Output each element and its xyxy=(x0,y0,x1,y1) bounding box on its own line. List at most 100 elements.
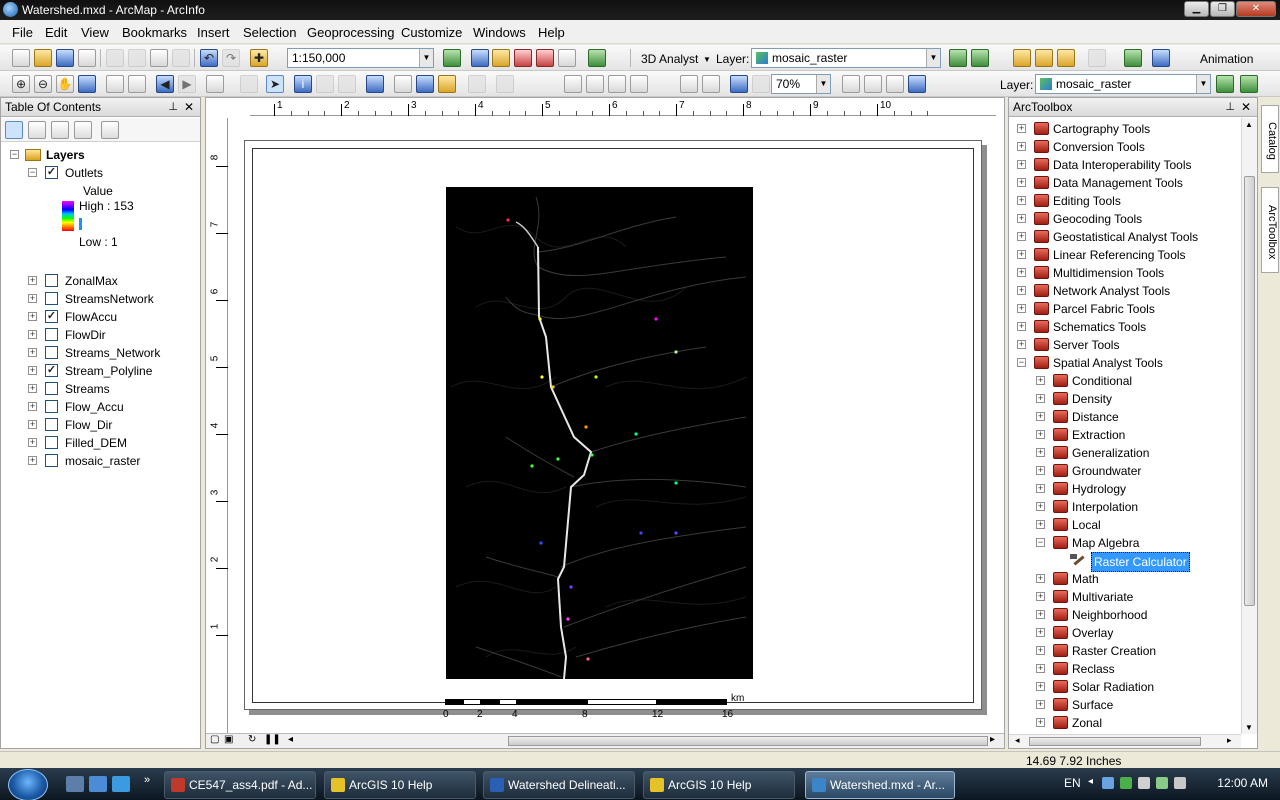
map-scale-combo[interactable]: 1:150,000 ▼ xyxy=(287,48,434,68)
layout-canvas[interactable]: 0 2 4 8 12 16 km xyxy=(228,118,1004,733)
toc-layer-row[interactable]: + ZonalMax xyxy=(1,272,201,290)
layout-zoom-combo[interactable]: 70% ▼ xyxy=(771,74,831,94)
toolbox-horizontal-scrollbar[interactable]: ◂ ▸ xyxy=(1009,734,1241,748)
layout-zoom-in-icon[interactable] xyxy=(564,75,582,93)
expand-icon[interactable]: + xyxy=(28,276,37,285)
chevron-down-icon[interactable]: ▼ xyxy=(1196,75,1210,93)
toc-layer-row-outlets[interactable]: − ✓ Outlets xyxy=(1,164,201,182)
expand-icon[interactable]: + xyxy=(1036,520,1045,529)
arctoolbox-tab[interactable]: ArcToolbox xyxy=(1261,187,1279,273)
layer-visibility-checkbox[interactable] xyxy=(45,418,58,431)
spatial-analyst-layer-combo[interactable]: mosaic_raster ▼ xyxy=(1035,74,1211,94)
toolbox-item[interactable]: + Multidimension Tools xyxy=(1009,264,1241,282)
list-by-selection-icon[interactable] xyxy=(74,121,92,139)
data-frame-raster[interactable] xyxy=(446,187,753,680)
toc-layer-row[interactable]: + Streams xyxy=(1,380,201,398)
zoom-in-icon[interactable]: ⊕ xyxy=(12,75,30,93)
expand-icon[interactable]: + xyxy=(1036,502,1045,511)
expand-icon[interactable]: + xyxy=(28,456,37,465)
toolbox-item[interactable]: + Data Interoperability Tools xyxy=(1009,156,1241,174)
find-binoculars-icon[interactable] xyxy=(394,75,412,93)
close-icon[interactable]: ✕ xyxy=(1241,98,1251,117)
close-button[interactable]: ✕ xyxy=(1236,1,1276,17)
close-icon[interactable]: ✕ xyxy=(184,98,194,117)
go-to-xy-icon[interactable] xyxy=(416,75,434,93)
line-of-sight-icon[interactable] xyxy=(1013,49,1031,67)
measure-icon[interactable] xyxy=(366,75,384,93)
layout-back-extent-icon[interactable] xyxy=(730,75,748,93)
menu-insert[interactable]: Insert xyxy=(197,25,230,40)
3d-analyst-menu[interactable]: 3D Analyst xyxy=(641,52,698,66)
expand-icon[interactable]: + xyxy=(1036,412,1045,421)
animation-menu[interactable]: Animation xyxy=(1200,52,1253,66)
expand-icon[interactable]: + xyxy=(28,330,37,339)
expand-icon[interactable]: + xyxy=(1017,268,1026,277)
toolbox-item[interactable]: + Schematics Tools xyxy=(1009,318,1241,336)
toolbox-item[interactable]: + Geocoding Tools xyxy=(1009,210,1241,228)
pin-icon[interactable]: ⊥ xyxy=(168,98,178,117)
scale-bar[interactable]: 0 2 4 8 12 16 km xyxy=(443,693,765,729)
taskbar-button[interactable]: Watershed Delineati... xyxy=(483,771,635,799)
pan-hand-icon[interactable]: ✋ xyxy=(56,75,74,93)
list-by-source-icon[interactable] xyxy=(28,121,46,139)
toolbox-item[interactable]: + Linear Referencing Tools xyxy=(1009,246,1241,264)
expand-icon[interactable]: + xyxy=(1036,646,1045,655)
copy-icon[interactable] xyxy=(128,49,146,67)
menu-file[interactable]: File xyxy=(12,25,33,40)
data-view-icon[interactable]: ▢ xyxy=(210,734,219,745)
quick-launch-overflow-icon[interactable]: » xyxy=(144,774,150,786)
fixed-zoom-out-icon[interactable] xyxy=(128,75,146,93)
list-by-visibility-icon[interactable] xyxy=(51,121,69,139)
expand-icon[interactable]: + xyxy=(1036,394,1045,403)
menu-bookmarks[interactable]: Bookmarks xyxy=(122,25,187,40)
layout-pan-icon[interactable] xyxy=(608,75,626,93)
scroll-thumb[interactable] xyxy=(1029,737,1201,746)
layer-visibility-checkbox[interactable] xyxy=(45,274,58,287)
new-document-icon[interactable] xyxy=(12,49,30,67)
layer-visibility-checkbox[interactable] xyxy=(45,328,58,341)
show-desktop-icon[interactable] xyxy=(66,776,84,792)
expand-icon[interactable]: + xyxy=(1036,376,1045,385)
language-indicator[interactable]: EN xyxy=(1064,776,1081,790)
taskbar-button[interactable]: ArcGIS 10 Help xyxy=(324,771,476,799)
identify-icon[interactable]: i xyxy=(294,75,312,93)
menu-edit[interactable]: Edit xyxy=(45,25,67,40)
map-scroll-bar[interactable]: ▢ ▣ ↻ ❚❚ ◂ ▸ xyxy=(206,733,1004,748)
toolbox-item[interactable]: + Density xyxy=(1009,390,1241,408)
menu-geoprocessing[interactable]: Geoprocessing xyxy=(307,25,394,40)
toc-layer-row[interactable]: + ✓ FlowAccu xyxy=(1,308,201,326)
expand-icon[interactable]: + xyxy=(1036,484,1045,493)
editor-toolbar-icon[interactable] xyxy=(443,49,461,67)
scroll-right-icon[interactable]: ▸ xyxy=(990,734,995,745)
3d-analyst-layer-combo[interactable]: mosaic_raster ▼ xyxy=(751,48,941,68)
toolbox-item[interactable]: + Multivariate xyxy=(1009,588,1241,606)
tray-expand-icon[interactable]: ◂ xyxy=(1088,776,1093,787)
focus-data-frame-icon[interactable] xyxy=(864,75,882,93)
start-button[interactable] xyxy=(8,769,48,800)
taskbar-button[interactable]: ArcGIS 10 Help xyxy=(643,771,795,799)
toolbox-item[interactable]: + Geostatistical Analyst Tools xyxy=(1009,228,1241,246)
contour-icon[interactable] xyxy=(1216,75,1234,93)
scroll-thumb[interactable] xyxy=(508,736,988,746)
toolbox-item[interactable]: + Parcel Fabric Tools xyxy=(1009,300,1241,318)
forward-arrow-icon[interactable]: ▶ xyxy=(178,75,196,93)
delete-icon[interactable] xyxy=(172,49,190,67)
full-extent-globe-icon[interactable] xyxy=(78,75,96,93)
system-clock[interactable]: 12:00 AM xyxy=(1217,776,1268,790)
scroll-down-icon[interactable]: ▼ xyxy=(1245,723,1253,732)
layer-visibility-checkbox[interactable] xyxy=(45,400,58,413)
minimize-button[interactable]: ▁ xyxy=(1184,1,1209,17)
taskbar-button[interactable]: CE547_ass4.pdf - Ad... xyxy=(164,771,316,799)
expand-icon[interactable]: + xyxy=(1017,196,1026,205)
chevron-down-icon[interactable]: ▼ xyxy=(703,55,711,64)
open-folder-icon[interactable] xyxy=(34,49,52,67)
table-of-contents-icon[interactable] xyxy=(471,49,489,67)
search-window-icon[interactable] xyxy=(558,49,576,67)
toc-layer-row[interactable]: + Streams_Network xyxy=(1,344,201,362)
layer-visibility-checkbox[interactable] xyxy=(45,382,58,395)
select-elements-arrow-icon[interactable]: ➤ xyxy=(266,75,284,93)
expand-icon[interactable]: + xyxy=(1017,160,1026,169)
layout-select-icon[interactable] xyxy=(496,75,514,93)
menu-customize[interactable]: Customize xyxy=(401,25,462,40)
menu-help[interactable]: Help xyxy=(538,25,565,40)
